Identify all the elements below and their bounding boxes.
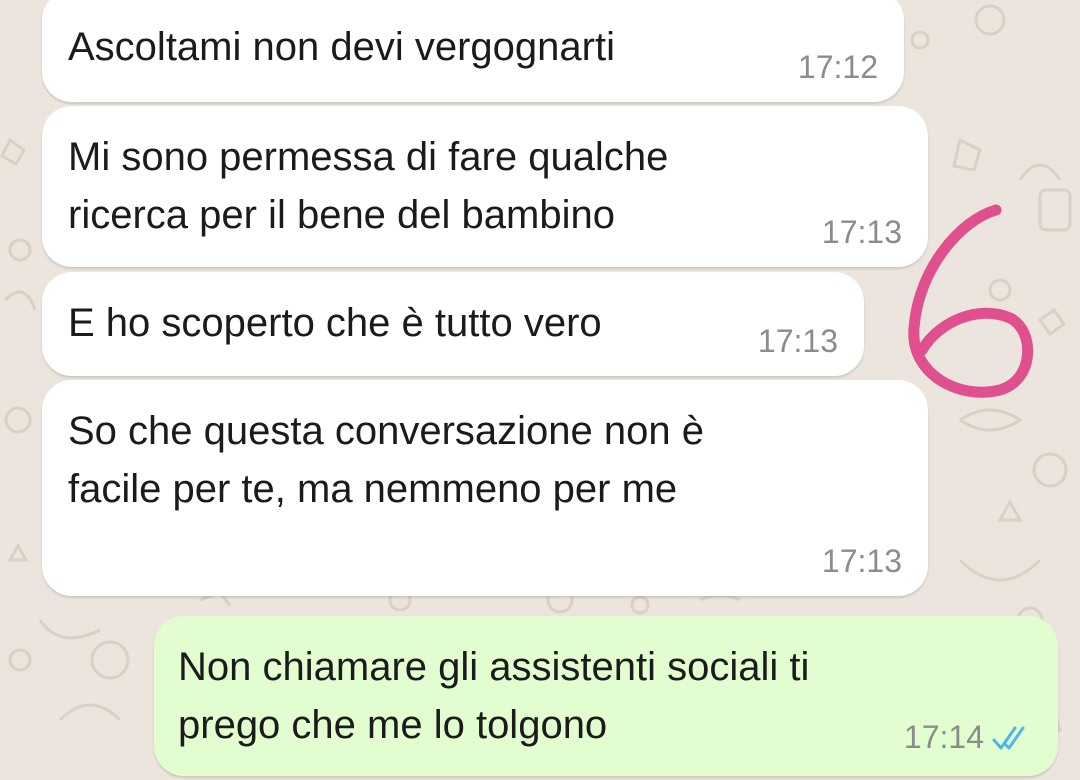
- message-text: So che questa conversazione non è facile…: [68, 409, 704, 511]
- message-bubble[interactable]: So che questa conversazione non è facile…: [42, 380, 928, 596]
- double-check-icon: [992, 723, 1032, 760]
- message-time-row: 17:14: [904, 719, 1032, 760]
- message-time: 17:13: [821, 214, 902, 250]
- message-time: 17:13: [821, 543, 902, 579]
- handwritten-number-annotation: [908, 204, 1034, 398]
- message-bubble[interactable]: Ascoltami non devi vergognarti 17:12: [42, 0, 904, 102]
- message-bubble-outgoing[interactable]: Non chiamare gli assistenti sociali ti p…: [154, 616, 1058, 776]
- message-bubble[interactable]: E ho scoperto che è tutto vero 17:13: [42, 272, 864, 376]
- message-text: Mi sono permessa di fare qualche ricerca…: [68, 135, 669, 237]
- message-text: E ho scoperto che è tutto vero: [68, 301, 602, 345]
- message-time: 17:13: [757, 323, 838, 359]
- message-time: 17:12: [797, 49, 878, 85]
- message-bubble[interactable]: Mi sono permessa di fare qualche ricerca…: [42, 106, 928, 267]
- message-text: Non chiamare gli assistenti sociali ti p…: [178, 645, 810, 747]
- message-text: Ascoltami non devi vergognarti: [68, 25, 615, 69]
- message-time: 17:14: [903, 719, 984, 755]
